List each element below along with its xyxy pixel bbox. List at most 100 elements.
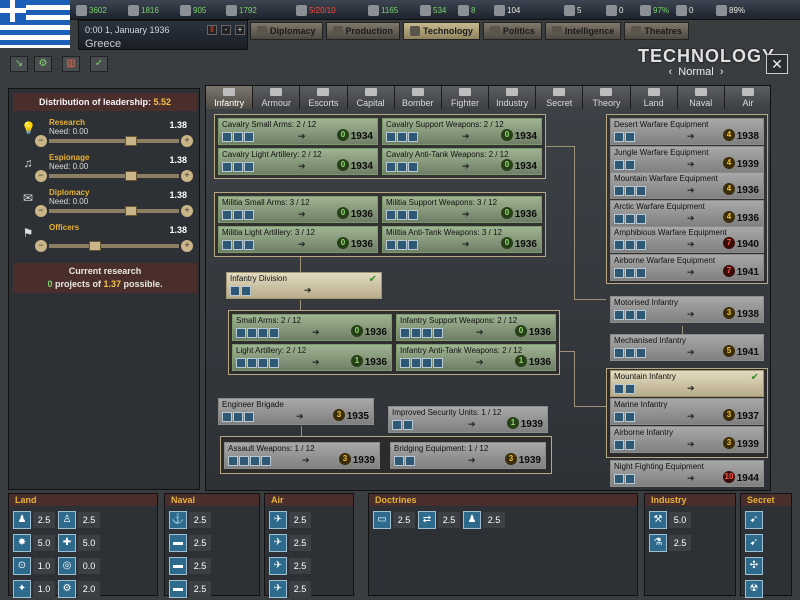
land-bonus-item[interactable]: ✚ 5.0 bbox=[58, 533, 100, 553]
decrease-button[interactable]: − bbox=[35, 170, 47, 182]
tech-arctic[interactable]: Arctic Warfare Equipment ➔ 4 1936 bbox=[610, 200, 764, 227]
doctrines-bonus-item[interactable]: ⇄ 2.5 bbox=[418, 510, 460, 530]
air-bonus-item[interactable]: ✈ 2.5 bbox=[269, 556, 311, 576]
decrease-button[interactable]: − bbox=[35, 135, 47, 147]
doctrines-bonus-item[interactable]: ♟ 2.5 bbox=[463, 510, 505, 530]
tech-inf-div[interactable]: Infantry Division ➔ ✔ bbox=[226, 272, 382, 299]
tab-escorts[interactable]: Escorts bbox=[300, 86, 348, 109]
tab-infantry[interactable]: Infantry bbox=[206, 86, 254, 109]
industry-bonus-item[interactable]: ⚒ 5.0 bbox=[649, 510, 691, 530]
slider-track[interactable] bbox=[49, 244, 179, 248]
tab-theory[interactable]: Theory bbox=[583, 86, 631, 109]
slider-track[interactable] bbox=[49, 139, 179, 143]
resource-4[interactable]: 5/20/10 bbox=[296, 3, 336, 17]
resource-3[interactable]: 1792 bbox=[226, 3, 257, 17]
mode-next-arrow[interactable]: › bbox=[720, 66, 724, 78]
tab-industry[interactable]: Industry bbox=[489, 86, 537, 109]
tech-small-arms[interactable]: Small Arms: 2 / 12 ➔ 0 1936 bbox=[232, 314, 392, 341]
confirm-button[interactable]: ✓ bbox=[90, 56, 108, 72]
decrease-button[interactable]: − bbox=[35, 240, 47, 252]
secret-bonus-item[interactable]: ✣ bbox=[745, 556, 763, 576]
naval-bonus-item[interactable]: ▬ 2.5 bbox=[169, 556, 211, 576]
land-bonus-item[interactable]: ✦ 1.0 bbox=[13, 579, 55, 599]
tech-mountain-eq[interactable]: Mountain Warfare Equipment ➔ 4 1936 bbox=[610, 172, 764, 199]
resource-7[interactable]: 8 bbox=[458, 3, 475, 17]
resource-12[interactable]: 0 bbox=[676, 3, 693, 17]
tab-intelligence[interactable]: Intelligence bbox=[544, 22, 622, 40]
tab-secret[interactable]: Secret bbox=[536, 86, 584, 109]
settings-button[interactable]: ⚙ bbox=[34, 56, 52, 72]
tech-mountain-inf[interactable]: Mountain Infantry ➔ ✔ bbox=[610, 370, 764, 397]
increase-button[interactable]: + bbox=[181, 170, 193, 182]
tech-jungle[interactable]: Jungle Warfare Equipment ➔ 4 1939 bbox=[610, 146, 764, 173]
slider-track[interactable] bbox=[49, 174, 179, 178]
tech-mil-light[interactable]: Militia Light Artillery: 3 / 12 ➔ 0 1936 bbox=[218, 226, 378, 253]
secret-bonus-item[interactable]: ☢ bbox=[745, 579, 763, 599]
tech-night[interactable]: Night Fighting Equipment ➔ 10 1944 bbox=[610, 460, 764, 487]
tab-land[interactable]: Land bbox=[630, 86, 678, 109]
increase-button[interactable]: + bbox=[181, 135, 193, 147]
land-bonus-item[interactable]: ◎ 0.0 bbox=[58, 556, 100, 576]
close-button[interactable]: ✕ bbox=[766, 54, 788, 74]
tech-cav-light[interactable]: Cavalry Light Artillery: 2 / 12 ➔ 0 1934 bbox=[218, 148, 378, 175]
land-bonus-item[interactable]: ♙ 2.5 bbox=[58, 510, 100, 530]
ledger-button[interactable]: ↘ bbox=[10, 56, 28, 72]
speed-down-button[interactable]: - bbox=[221, 25, 231, 35]
resource-1[interactable]: 1816 bbox=[128, 3, 159, 17]
secret-bonus-item[interactable]: ➹ bbox=[745, 533, 763, 553]
tech-airborne-inf[interactable]: Airborne Infantry ➔ 3 1939 bbox=[610, 426, 764, 453]
resource-13[interactable]: 89% bbox=[716, 3, 745, 17]
land-bonus-item[interactable]: ✸ 5.0 bbox=[13, 533, 55, 553]
tech-cav-support[interactable]: Cavalry Support Weapons: 2 / 12 ➔ 0 1934 bbox=[382, 118, 542, 145]
resource-5[interactable]: 1165 bbox=[368, 3, 398, 17]
tab-air[interactable]: Air bbox=[724, 86, 770, 109]
tech-airborne-eq[interactable]: Airborne Warfare Equipment ➔ 7 1941 bbox=[610, 254, 764, 281]
tech-mil-support[interactable]: Militia Support Weapons: 3 / 12 ➔ 0 1936 bbox=[382, 196, 542, 223]
resource-6[interactable]: 534 bbox=[420, 3, 446, 17]
slider-track[interactable] bbox=[49, 209, 179, 213]
tech-bridging[interactable]: Bridging Equipment: 1 / 12 ➔ 3 1939 bbox=[390, 442, 546, 469]
tech-mech[interactable]: Mechanised Infantry ➔ 5 1941 bbox=[610, 334, 764, 361]
air-bonus-item[interactable]: ✈ 2.5 bbox=[269, 533, 311, 553]
tech-motor[interactable]: Motorised Infantry ➔ 3 1938 bbox=[610, 296, 764, 323]
tech-mil-at[interactable]: Militia Anti-Tank Weapons: 3 / 12 ➔ 0 1936 bbox=[382, 226, 542, 253]
tech-amphib[interactable]: Amphibious Warfare Equipment ➔ 7 1940 bbox=[610, 226, 764, 253]
mode-prev-arrow[interactable]: ‹ bbox=[668, 66, 672, 78]
air-bonus-item[interactable]: ✈ 2.5 bbox=[269, 579, 311, 599]
land-bonus-item[interactable]: ♟ 2.5 bbox=[13, 510, 55, 530]
tab-theatres[interactable]: Theatres bbox=[624, 22, 689, 40]
country-flag[interactable] bbox=[0, 0, 70, 48]
pause-button[interactable]: ll bbox=[207, 25, 217, 35]
increase-button[interactable]: + bbox=[181, 205, 193, 217]
resource-8[interactable]: 104 bbox=[494, 3, 520, 17]
air-bonus-item[interactable]: ✈ 2.5 bbox=[269, 510, 311, 530]
tab-bomber[interactable]: Bomber bbox=[394, 86, 442, 109]
doctrines-bonus-item[interactable]: ▭ 2.5 bbox=[373, 510, 415, 530]
resource-10[interactable]: 0 bbox=[606, 3, 623, 17]
increase-button[interactable]: + bbox=[181, 240, 193, 252]
tech-marine[interactable]: Marine Infantry ➔ 3 1937 bbox=[610, 398, 764, 425]
tech-cav-small[interactable]: Cavalry Small Arms: 2 / 12 ➔ 0 1934 bbox=[218, 118, 378, 145]
tab-politics[interactable]: Politics bbox=[482, 22, 542, 40]
slider-handle[interactable] bbox=[125, 136, 137, 146]
tab-naval[interactable]: Naval bbox=[677, 86, 725, 109]
land-bonus-item[interactable]: ⊙ 1.0 bbox=[13, 556, 55, 576]
tech-cav-at[interactable]: Cavalry Anti-Tank Weapons: 2 / 12 ➔ 0 1934 bbox=[382, 148, 542, 175]
naval-bonus-item[interactable]: ⚓ 2.5 bbox=[169, 510, 211, 530]
tech-inf-support[interactable]: Infantry Support Weapons: 2 / 12 ➔ 0 1936 bbox=[396, 314, 556, 341]
resource-11[interactable]: 97% bbox=[640, 3, 669, 17]
tech-engineer[interactable]: Engineer Brigade ➔ 3 1935 bbox=[218, 398, 374, 425]
tech-assault[interactable]: Assault Weapons: 1 / 12 ➔ 3 1939 bbox=[224, 442, 380, 469]
tech-security[interactable]: Improved Security Units: 1 / 12 ➔ 1 1939 bbox=[388, 406, 548, 433]
speed-up-button[interactable]: + bbox=[235, 25, 245, 35]
tab-production[interactable]: Production bbox=[325, 22, 401, 40]
slider-handle[interactable] bbox=[125, 171, 137, 181]
tech-light-art[interactable]: Light Artillery: 2 / 12 ➔ 1 1936 bbox=[232, 344, 392, 371]
tab-technology[interactable]: Technology bbox=[403, 22, 480, 40]
tab-diplomacy[interactable]: Diplomacy bbox=[250, 22, 323, 40]
resource-2[interactable]: 905 bbox=[180, 3, 206, 17]
tab-capital[interactable]: Capital bbox=[347, 86, 395, 109]
chart-button[interactable]: ▥ bbox=[62, 56, 80, 72]
tech-inf-at[interactable]: Infantry Anti-Tank Weapons: 2 / 12 ➔ 1 1936 bbox=[396, 344, 556, 371]
resource-0[interactable]: 3602 bbox=[76, 3, 107, 17]
